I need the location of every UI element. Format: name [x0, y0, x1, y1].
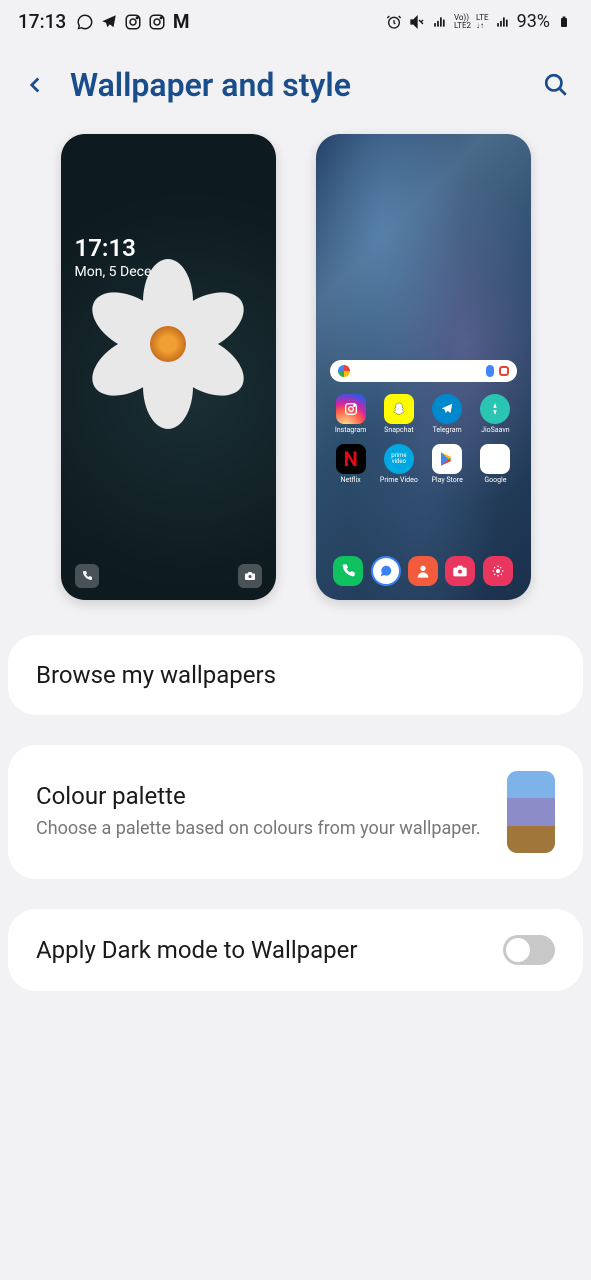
phone-shortcut-icon [75, 564, 99, 588]
header: Wallpaper and style [0, 41, 591, 134]
palette-color-1 [507, 771, 555, 798]
gmail-icon: M [172, 13, 190, 31]
telegram-icon [100, 13, 118, 31]
primevideo-app-icon: primevideo [384, 444, 414, 474]
darkmode-title: Apply Dark mode to Wallpaper [36, 936, 358, 964]
page-title: Wallpaper and style [70, 66, 521, 104]
browse-title: Browse my wallpapers [36, 661, 555, 689]
palette-color-3 [507, 826, 555, 853]
status-right: Vo))LTE2 LTE↓↑ 93% [385, 11, 573, 32]
app-label: Instagram [335, 426, 367, 434]
app-playstore: Play Store [426, 444, 468, 484]
google-icon [338, 365, 350, 377]
lockscreen-preview[interactable]: 17:13 Mon, 5 December [61, 134, 276, 600]
contacts-dock-icon [408, 556, 438, 586]
app-google: Google [474, 444, 516, 484]
app-snapchat: Snapchat [378, 394, 420, 434]
instagram-app-icon [336, 394, 366, 424]
darkmode-toggle[interactable] [503, 935, 555, 965]
back-button[interactable] [20, 70, 50, 100]
netflix-app-icon: N [336, 444, 366, 474]
homescreen-preview[interactable]: Instagram Snapchat Telegram JioSaavn [316, 134, 531, 600]
app-grid: Instagram Snapchat Telegram JioSaavn [330, 394, 517, 484]
toggle-knob [506, 938, 530, 962]
mic-icon [486, 365, 494, 377]
app-label: Netflix [341, 476, 361, 484]
app-instagram: Instagram [330, 394, 372, 434]
palette-preview [507, 771, 555, 853]
telegram-app-icon [432, 394, 462, 424]
app-label: Play Store [431, 476, 462, 484]
lock-shortcuts [75, 564, 262, 588]
app-netflix: N Netflix [330, 444, 372, 484]
jiosaavn-app-icon [480, 394, 510, 424]
lens-icon [499, 366, 509, 376]
dark-mode-card: Apply Dark mode to Wallpaper [8, 909, 583, 991]
app-jiosaavn: JioSaavn [474, 394, 516, 434]
volte-icon: Vo))LTE2 [454, 14, 471, 30]
app-label: Telegram [433, 426, 462, 434]
browse-wallpapers-card[interactable]: Browse my wallpapers [8, 635, 583, 715]
gallery-dock-icon [483, 556, 513, 586]
camera-dock-icon [445, 556, 475, 586]
lte-icon: LTE↓↑ [476, 14, 489, 30]
app-label: Snapchat [384, 426, 413, 434]
colour-palette-card[interactable]: Colour palette Choose a palette based on… [8, 745, 583, 879]
instagram-icon [124, 13, 142, 31]
battery-percent: 93% [517, 11, 550, 32]
flower-image [78, 254, 258, 434]
battery-icon [555, 13, 573, 31]
google-search-widget [330, 360, 517, 382]
snapchat-app-icon [384, 394, 414, 424]
messages-dock-icon [371, 556, 401, 586]
status-bar: 17:13 M Vo))LTE2 LTE↓↑ 93% [0, 0, 591, 41]
dock [330, 556, 517, 586]
instagram-icon [148, 13, 166, 31]
camera-shortcut-icon [238, 564, 262, 588]
whatsapp-icon [76, 13, 94, 31]
playstore-app-icon [432, 444, 462, 474]
app-label: JioSaavn [481, 426, 510, 434]
palette-title: Colour palette [36, 782, 487, 810]
palette-color-2 [507, 798, 555, 825]
app-label: Google [484, 476, 506, 484]
signal-icon [494, 13, 512, 31]
wallpaper-previews: 17:13 Mon, 5 December [0, 134, 591, 635]
signal-icon [431, 13, 449, 31]
search-button[interactable] [541, 70, 571, 100]
status-time: 17:13 [18, 10, 66, 33]
alarm-icon [385, 13, 403, 31]
app-telegram: Telegram [426, 394, 468, 434]
palette-subtitle: Choose a palette based on colours from y… [36, 816, 487, 841]
status-left: 17:13 M [18, 10, 190, 33]
phone-dock-icon [333, 556, 363, 586]
google-app-icon [480, 444, 510, 474]
app-label: Prime Video [380, 476, 418, 484]
app-primevideo: primevideo Prime Video [378, 444, 420, 484]
mute-icon [408, 13, 426, 31]
